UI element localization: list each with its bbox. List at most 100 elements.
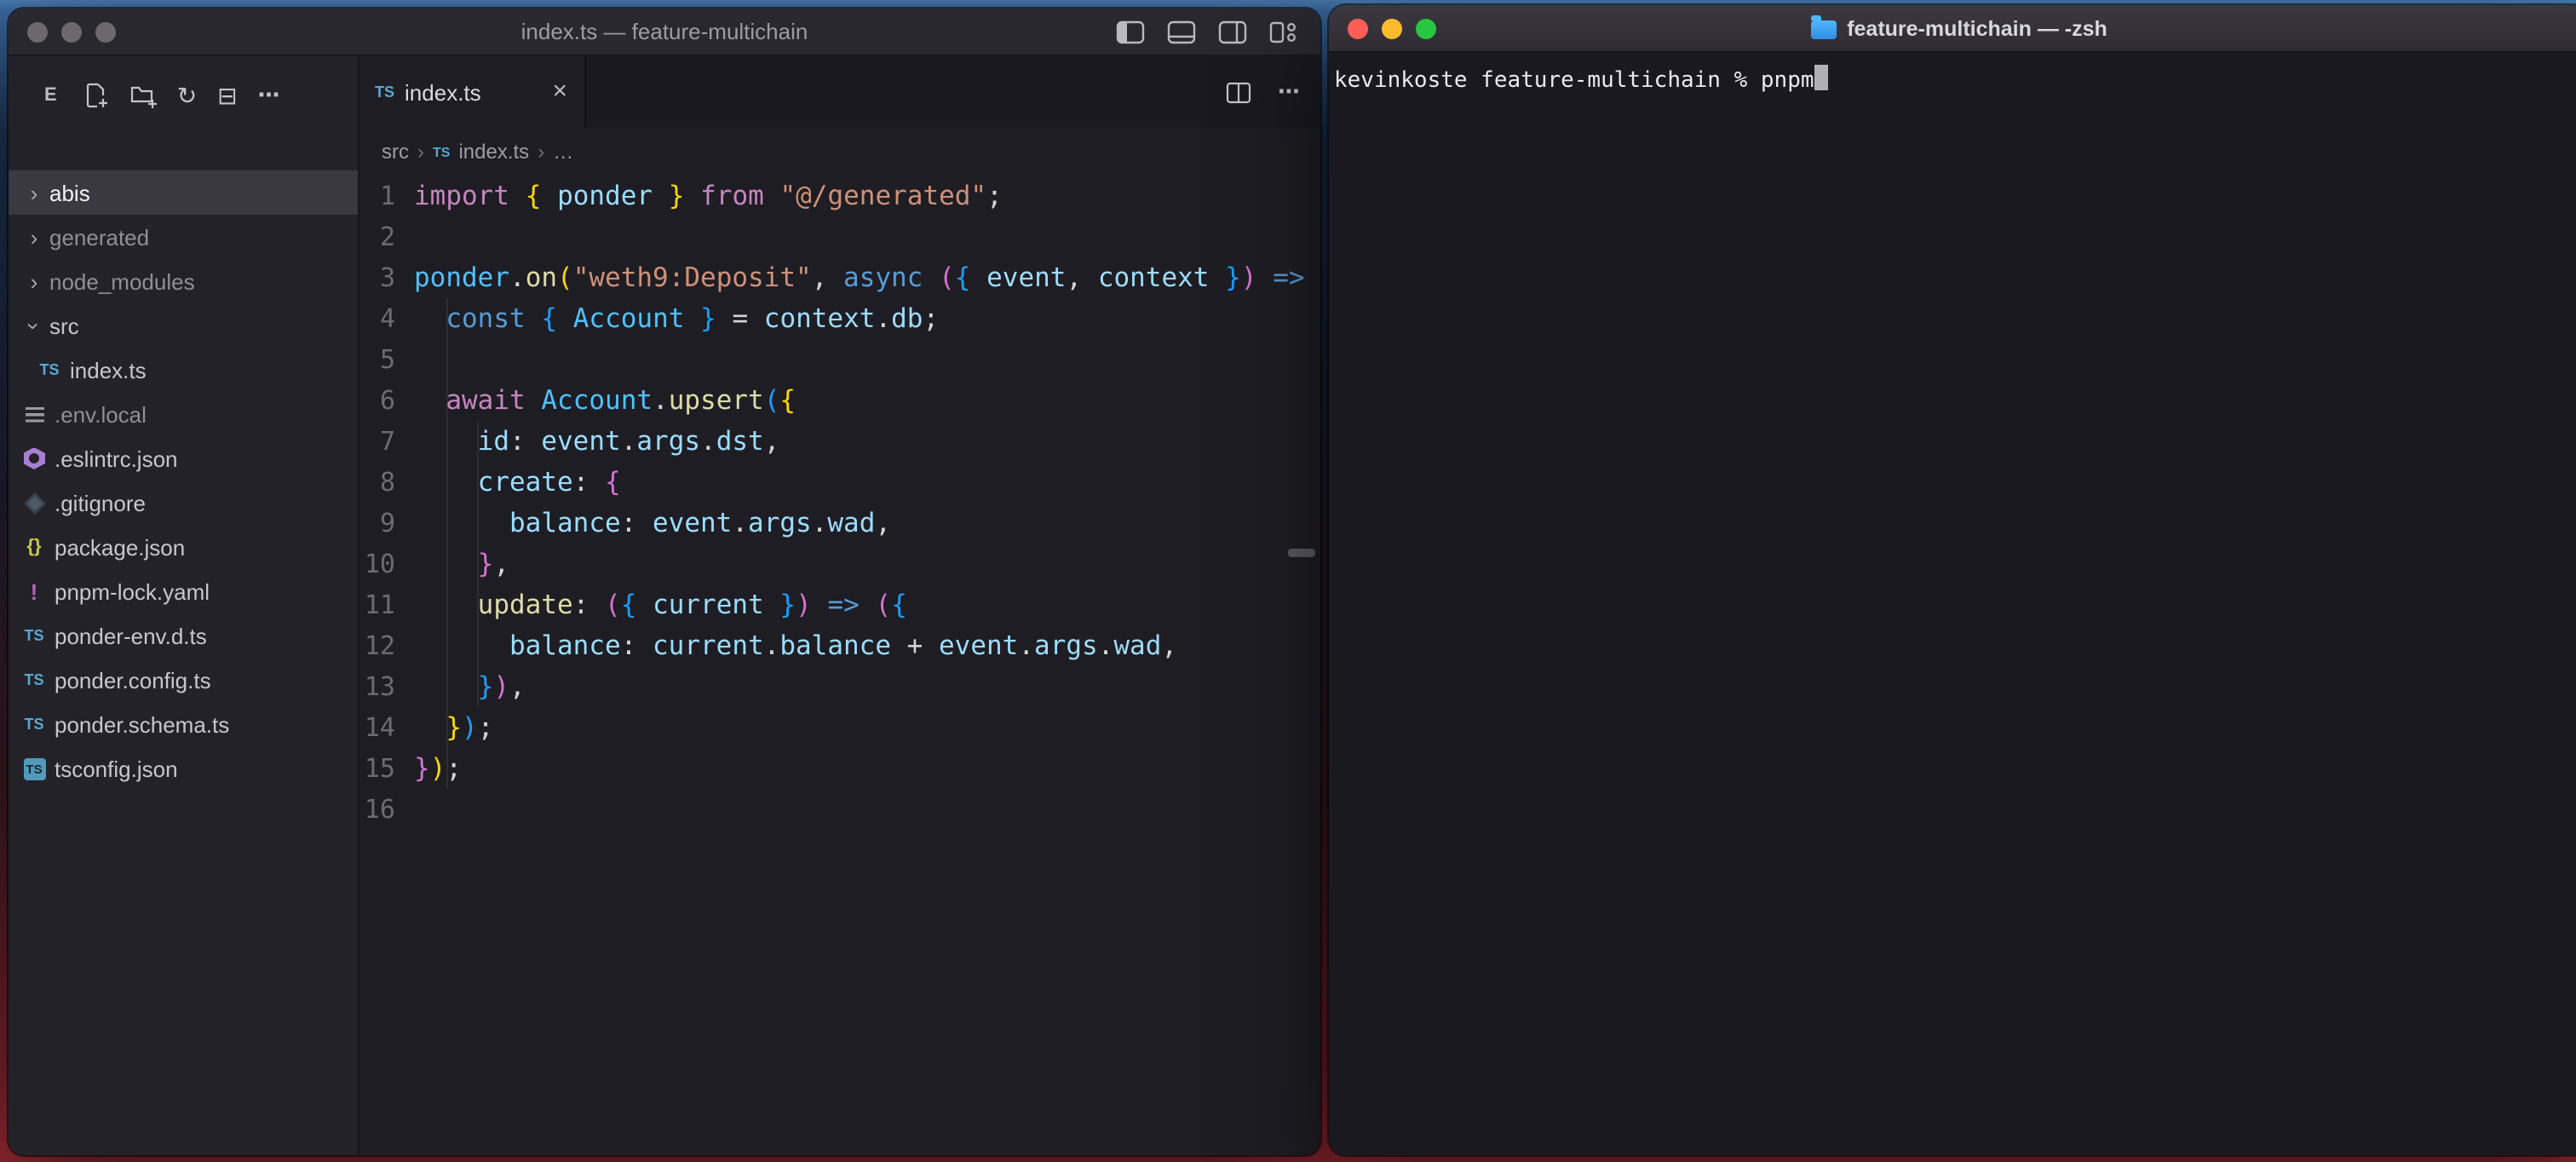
- env-file-icon: [19, 406, 49, 422]
- more-actions-icon[interactable]: ⋯: [258, 82, 280, 109]
- terminal-titlebar[interactable]: feature-multichain — -zsh: [1329, 5, 2576, 53]
- new-folder-icon[interactable]: [129, 82, 157, 109]
- tree-item-pnpm-lock-yaml[interactable]: !pnpm-lock.yaml: [9, 569, 358, 613]
- terminal-prompt: kevinkoste feature-multichain % pnpm: [1334, 68, 1814, 94]
- ts-file-icon: TS: [19, 671, 49, 688]
- code-line-7[interactable]: 7 id: event.args.dst,: [359, 421, 1320, 462]
- tab-strip: TS index.ts × ⋯: [359, 56, 1320, 128]
- scrollbar-thumb[interactable]: [1288, 549, 1315, 557]
- code-line-6[interactable]: 6 await Account.upsert({: [359, 380, 1320, 421]
- tab-index-ts[interactable]: TS index.ts ×: [359, 56, 586, 128]
- code-line-9[interactable]: 9 balance: event.args.wad,: [359, 503, 1320, 544]
- chevron-icon: ›: [24, 224, 44, 250]
- tree-item-eslintrc-json[interactable]: .eslintrc.json: [9, 436, 358, 480]
- breadcrumb[interactable]: src › TS index.ts › …: [359, 128, 1320, 175]
- ts-file-icon: TS: [34, 361, 65, 378]
- code-line-2[interactable]: 2: [359, 216, 1320, 257]
- breadcrumb-file[interactable]: index.ts: [458, 140, 529, 164]
- refresh-explorer-icon[interactable]: ↻: [177, 82, 197, 109]
- code-text: }),: [414, 666, 526, 707]
- explorer-header: E ↻ ⊟ ⋯: [9, 73, 358, 118]
- line-number: 8: [359, 462, 395, 503]
- line-number: 14: [359, 707, 395, 748]
- collapse-folders-icon[interactable]: ⊟: [217, 82, 237, 109]
- braces-file-icon: {}: [19, 537, 49, 557]
- line-number: 2: [359, 216, 395, 257]
- code-line-13[interactable]: 13 }),: [359, 666, 1320, 707]
- line-number: 10: [359, 544, 395, 584]
- tree-item-abis[interactable]: ›abis: [9, 170, 358, 215]
- chevron-right-icon: ›: [417, 140, 424, 164]
- line-number: 9: [359, 503, 395, 544]
- line-number: 11: [359, 584, 395, 625]
- line-number: 4: [359, 298, 395, 339]
- tree-item-package-json[interactable]: {}package.json: [9, 525, 358, 569]
- code-text: const { Account } = context.db;: [414, 298, 939, 339]
- tree-item-index-ts[interactable]: TS index.ts: [9, 348, 358, 392]
- line-number: 12: [359, 625, 395, 666]
- split-editor-icon[interactable]: [1225, 79, 1252, 105]
- tree-item-ponder-env-d-ts[interactable]: TSponder-env.d.ts: [9, 613, 358, 658]
- explorer-title: E: [44, 85, 58, 106]
- line-number: 5: [359, 339, 395, 380]
- breadcrumb-symbol[interactable]: …: [553, 140, 573, 164]
- terminal-body[interactable]: kevinkoste feature-multichain % pnpm: [1329, 53, 2576, 95]
- tree-item-generated[interactable]: ›generated: [9, 215, 358, 259]
- code-editor[interactable]: 1import { ponder } from "@/generated";23…: [359, 175, 1320, 1155]
- excl-file-icon: !: [19, 578, 49, 604]
- tree-item-tsconfig-json[interactable]: TStsconfig.json: [9, 746, 358, 791]
- tree-item-label: ponder.schema.ts: [55, 711, 229, 737]
- folder-icon: [1811, 20, 1837, 38]
- tree-item-ponder-schema-ts[interactable]: TSponder.schema.ts: [9, 702, 358, 746]
- chevron-right-icon: ›: [538, 140, 544, 164]
- tree-item-env-local[interactable]: .env.local: [9, 392, 358, 436]
- code-line-10[interactable]: 10 },: [359, 544, 1320, 584]
- desktop: index.ts — feature-multichain: [0, 0, 2576, 1162]
- tree-item-label: pnpm-lock.yaml: [55, 578, 210, 604]
- code-line-4[interactable]: 4 const { Account } = context.db;: [359, 298, 1320, 339]
- breadcrumb-folder[interactable]: src: [382, 140, 409, 164]
- terminal-window-title: feature-multichain — -zsh: [1329, 5, 2576, 53]
- tree-item-label: tsconfig.json: [55, 756, 178, 781]
- close-tab-icon[interactable]: ×: [552, 80, 567, 104]
- chevron-icon: ›: [21, 315, 47, 336]
- tree-item-gitignore[interactable]: .gitignore: [9, 480, 358, 525]
- tree-item-label: .env.local: [55, 401, 147, 427]
- line-number: 13: [359, 666, 395, 707]
- tree-item-src[interactable]: ›src: [9, 303, 358, 348]
- code-text: ponder.on("weth9:Deposit", async ({ even…: [414, 257, 1305, 298]
- terminal-window: feature-multichain — -zsh kevinkoste fea…: [1329, 5, 2576, 1155]
- code-line-11[interactable]: 11 update: ({ current }) => ({: [359, 584, 1320, 625]
- typescript-file-icon: TS: [433, 144, 450, 159]
- tree-item-label: abis: [49, 180, 90, 205]
- tree-item-label: generated: [49, 224, 149, 250]
- code-line-8[interactable]: 8 create: {: [359, 462, 1320, 503]
- code-line-14[interactable]: 14 });: [359, 707, 1320, 748]
- toggle-primary-sidebar-icon[interactable]: [1116, 20, 1145, 44]
- code-line-3[interactable]: 3ponder.on("weth9:Deposit", async ({ eve…: [359, 257, 1320, 298]
- code-line-1[interactable]: 1import { ponder } from "@/generated";: [359, 175, 1320, 216]
- vscode-titlebar[interactable]: index.ts — feature-multichain: [9, 9, 1320, 56]
- more-actions-icon[interactable]: ⋯: [1278, 78, 1300, 106]
- toggle-panel-icon[interactable]: [1167, 20, 1196, 44]
- code-line-15[interactable]: 15});: [359, 748, 1320, 789]
- line-number: 6: [359, 380, 395, 421]
- line-number: 15: [359, 748, 395, 789]
- customize-layout-icon[interactable]: [1269, 20, 1298, 44]
- line-number: 7: [359, 421, 395, 462]
- tree-item-label: index.ts: [70, 357, 147, 383]
- toggle-secondary-sidebar-icon[interactable]: [1218, 20, 1247, 44]
- indent-guide: [478, 421, 480, 707]
- tree-item-node-modules[interactable]: ›node_modules: [9, 259, 358, 303]
- new-file-icon[interactable]: [82, 82, 109, 109]
- code-line-5[interactable]: 5: [359, 339, 1320, 380]
- tree-item-ponder-config-ts[interactable]: TSponder.config.ts: [9, 658, 358, 702]
- explorer-sidebar: E ↻ ⊟ ⋯: [9, 56, 359, 1155]
- vscode-window: index.ts — feature-multichain: [9, 9, 1320, 1155]
- code-text: update: ({ current }) => ({: [414, 584, 907, 625]
- code-line-12[interactable]: 12 balance: current.balance + event.args…: [359, 625, 1320, 666]
- eslint-file-icon: [19, 447, 49, 469]
- line-number: 16: [359, 789, 395, 830]
- file-tree: ›abis›generated›node_modules›srcTSindex.…: [9, 170, 358, 791]
- code-line-16[interactable]: 16: [359, 789, 1320, 830]
